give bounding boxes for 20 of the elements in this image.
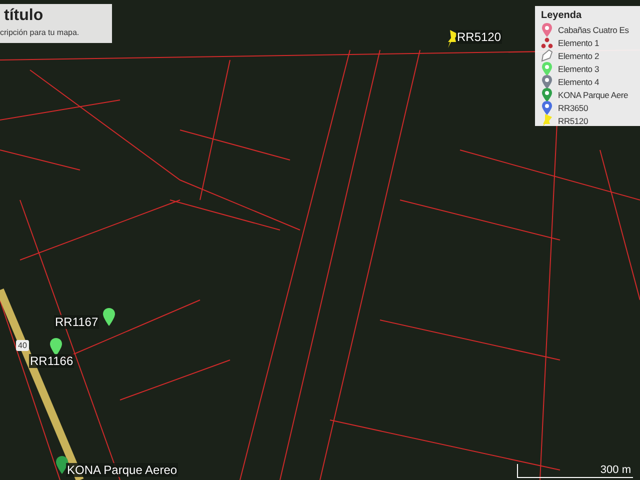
legend-item[interactable]: KONA Parque Aere	[558, 90, 628, 100]
legend-title: Leyenda	[541, 10, 583, 21]
placemark-label: RR1166	[29, 354, 74, 368]
legend-item[interactable]: Elemento 1	[558, 38, 599, 48]
scale-label: 300 m	[600, 464, 631, 477]
legend-item[interactable]: RR3650	[558, 102, 588, 112]
placemark-label: RR1167	[54, 315, 100, 329]
legend-item[interactable]: Cabañas Cuatro Es	[558, 24, 629, 34]
legend-item[interactable]: Elemento 2	[558, 50, 599, 60]
map-description: cripción para tu mapa.	[0, 28, 80, 37]
map-pin-icon[interactable]	[103, 308, 115, 326]
legend-item[interactable]: Elemento 4	[558, 76, 599, 86]
legend-item[interactable]: RR5120	[558, 116, 588, 126]
route-shield: 40	[16, 340, 29, 351]
placemark-label: RR5120	[456, 30, 502, 44]
map-pin-icon[interactable]	[50, 338, 62, 356]
map-title: título	[4, 7, 44, 25]
map-pin-icon[interactable]	[56, 456, 68, 474]
legend-item[interactable]: Elemento 3	[558, 64, 599, 74]
placemark-label: KONA Parque Aereo	[66, 463, 178, 477]
